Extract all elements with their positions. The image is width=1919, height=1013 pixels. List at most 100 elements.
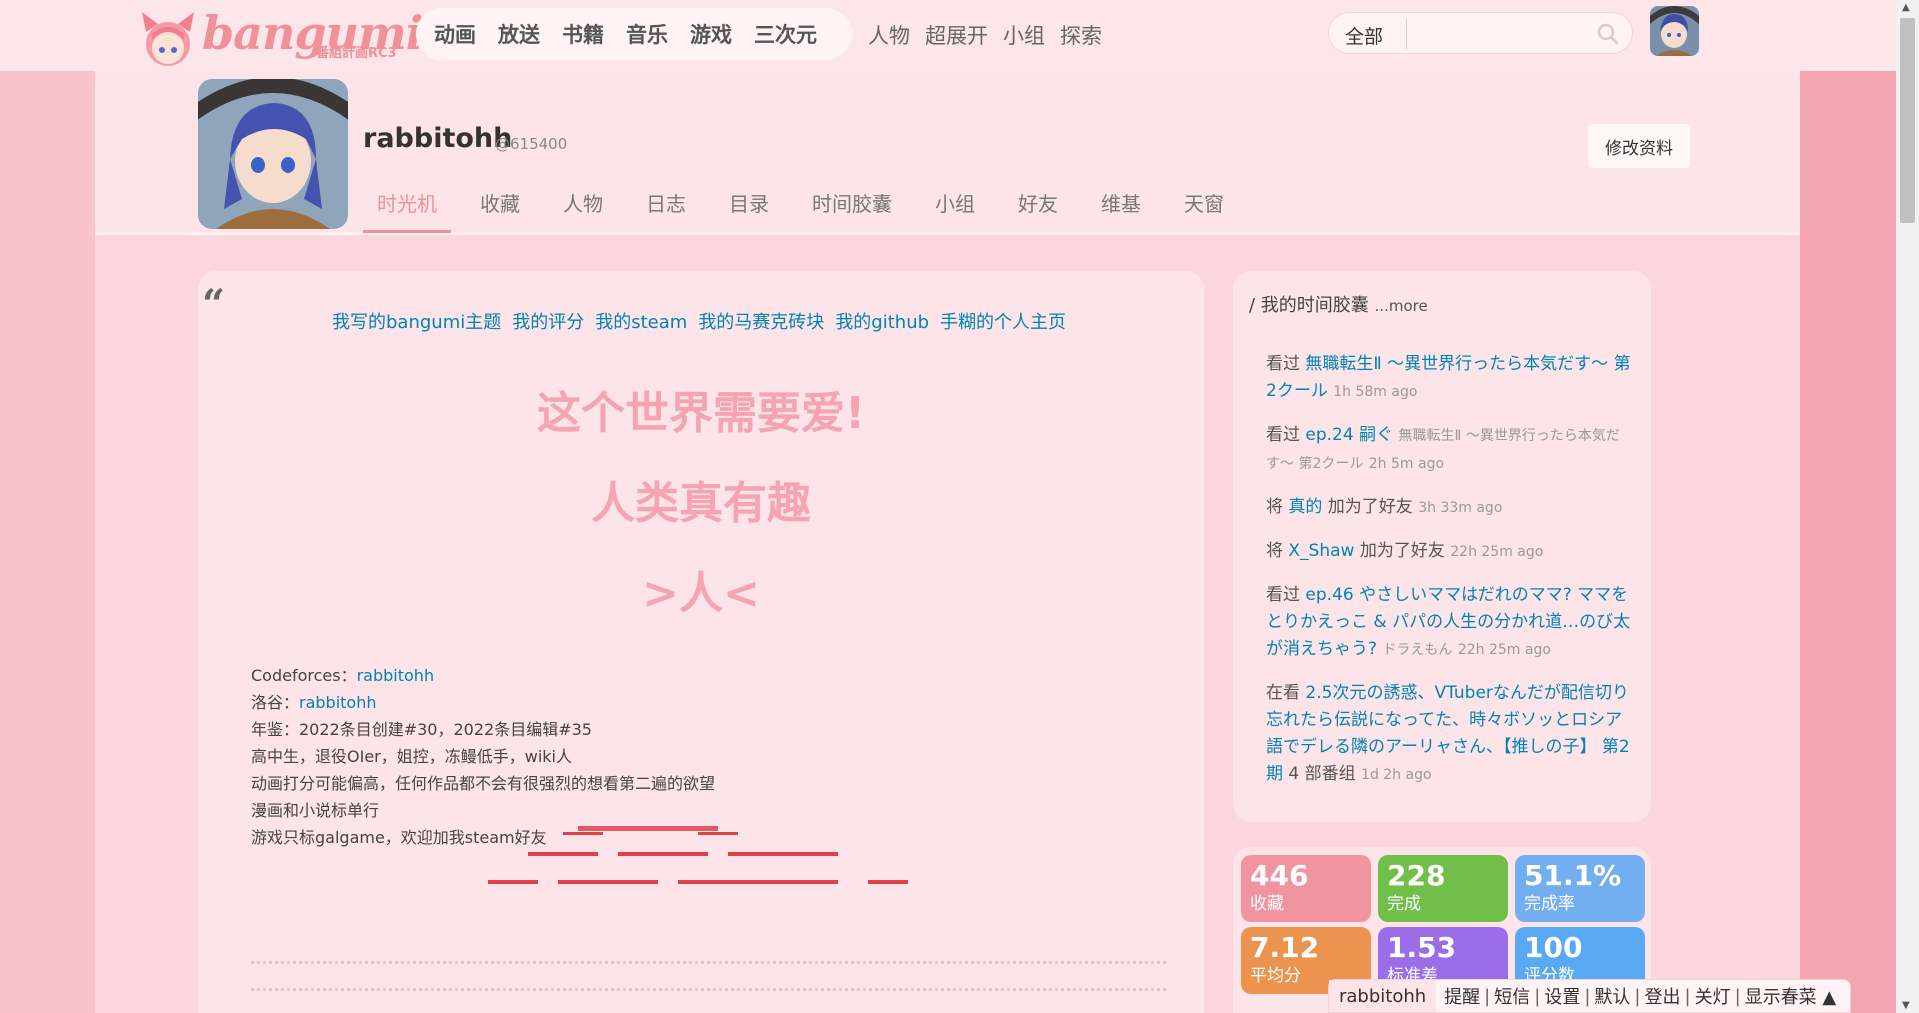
dock-logout[interactable]: 登出 [1640, 983, 1684, 1009]
user-avatar[interactable] [1650, 6, 1699, 56]
top-header: bangumi 番組計画RC3 动画 放送 书籍 音乐 游戏 三次元 人物 超展… [0, 0, 1896, 71]
bio-line: 高中生，退役OIer，姐控，冻鳗低手，wiki人 [251, 747, 572, 766]
nav-real[interactable]: 三次元 [754, 19, 817, 49]
dock-show-mascot[interactable]: 显示春菜 ▲ [1741, 983, 1841, 1009]
profile-uid: @615400 [495, 135, 568, 153]
page-scrollbar[interactable]: ▲ ▼ [1896, 0, 1919, 1013]
nav-books[interactable]: 书籍 [562, 19, 604, 49]
stat-completion-rate: 51.1% 完成率 [1515, 855, 1645, 922]
nav-music[interactable]: 音乐 [626, 19, 668, 49]
tab-friends[interactable]: 好友 [1004, 181, 1072, 233]
timecapsule-title: / 我的时间胶囊 ...more [1249, 295, 1428, 316]
list-item: 看过 ep.24 嗣ぐ 無職転生Ⅱ ～異世界行ったら本気だす～ 第2クール 2h… [1266, 425, 1620, 472]
timecapsule-link[interactable]: 真的 [1288, 497, 1322, 517]
timecapsule-link[interactable]: ep.24 嗣ぐ [1305, 425, 1393, 445]
stat-completed: 228 完成 [1378, 855, 1508, 922]
mascot-icon [142, 12, 194, 66]
subject-name[interactable]: ドラえもん [1382, 642, 1452, 658]
tab-people[interactable]: 人物 [549, 181, 617, 233]
bio-line: 年鉴：2022条目创建#30，2022条目编辑#35 [251, 720, 592, 739]
profile-username: rabbitohh [363, 123, 513, 154]
user-page: rabbitohh @615400 修改资料 时光机 收藏 人物 日志 目录 时… [95, 71, 1800, 1013]
search-icon[interactable] [1597, 23, 1619, 45]
bottom-dock: rabbitohh 提醒 | 短信 | 设置 | 默认 | 登出 | 关灯 | 显示春菜 ▲ [1328, 979, 1851, 1013]
intro-big-line: 人类真有趣 [591, 478, 811, 529]
intro-card: “ 我写的bangumi主题 我的评分 我的steam 我的马赛克砖块 我的gi… [198, 271, 1204, 1013]
profile-header: rabbitohh @615400 修改资料 时光机 收藏 人物 日志 目录 时… [95, 71, 1800, 235]
timestamp: 22h 25m ago [1450, 544, 1544, 560]
dock-notify[interactable]: 提醒 [1440, 983, 1484, 1009]
tab-blog[interactable]: 日志 [632, 181, 700, 233]
dock-messages[interactable]: 短信 [1490, 983, 1534, 1009]
timecapsule-list: 看过 無職転生Ⅱ ～異世界行ったら本気だす～ 第2クール 1h 58m ago … [1266, 351, 1631, 805]
timestamp: 3h 33m ago [1418, 500, 1503, 516]
nav-explore[interactable]: 探索 [1060, 20, 1102, 50]
profile-avatar[interactable] [198, 79, 348, 229]
stat-collected: 446 收藏 [1241, 855, 1371, 922]
timecapsule-card: / 我的时间胶囊 ...more 看过 無職転生Ⅱ ～異世界行ったら本気だす～ … [1233, 271, 1651, 822]
search-box: 全部 [1328, 12, 1633, 54]
nav-rakuen[interactable]: 超展开 [925, 20, 988, 50]
scroll-down-icon[interactable]: ▼ [1902, 1000, 1910, 1011]
scrollbar-thumb[interactable] [1900, 18, 1915, 223]
link-mosaic-tiles[interactable]: 我的马赛克砖块 [698, 308, 824, 334]
page-margin-left [0, 71, 95, 1013]
timecapsule-link[interactable]: 無職転生Ⅱ ～異世界行ったら本気だす～ 第2クール [1266, 354, 1631, 401]
bio-line: Codeforces：rabbitohh [251, 666, 435, 685]
bio-line: 洛谷：rabbitohh [251, 693, 377, 712]
logo-subtitle: 番組計画RC3 [316, 46, 397, 61]
tab-collection[interactable]: 收藏 [466, 181, 534, 233]
edit-profile-button[interactable]: 修改资料 [1588, 124, 1690, 168]
tab-groups[interactable]: 小组 [921, 181, 989, 233]
dock-settings[interactable]: 设置 [1540, 983, 1584, 1009]
timestamp: 2h 5m ago [1368, 456, 1445, 472]
link-codeforces[interactable]: rabbitohh [357, 666, 434, 685]
site-logo[interactable]: bangumi 番組計画RC3 [134, 6, 423, 70]
timestamp: 1h 58m ago [1333, 384, 1418, 400]
quote-mark: “ [202, 281, 226, 328]
nav-people[interactable]: 人物 [868, 20, 910, 50]
nav-groups[interactable]: 小组 [1003, 20, 1045, 50]
intro-big-line: 这个世界需要爱! [536, 388, 866, 439]
avatar-image-icon [1650, 6, 1699, 56]
dock-lights-off[interactable]: 关灯 [1691, 983, 1735, 1009]
page-margin-right [1800, 71, 1896, 1013]
profile-tabs: 时光机 收藏 人物 日志 目录 时间胶囊 小组 好友 维基 天窗 [363, 181, 1253, 233]
timestamp: 1d 2h ago [1361, 767, 1432, 783]
timecapsule-link[interactable]: X_Shaw [1288, 541, 1354, 561]
tab-index[interactable]: 目录 [715, 181, 783, 233]
link-my-ratings[interactable]: 我的评分 [512, 308, 584, 334]
list-item: 将 真的 加为了好友 3h 33m ago [1266, 497, 1503, 517]
timestamp: 22h 25m ago [1457, 642, 1551, 658]
bio-line: 动画打分可能偏高，任何作品都不会有很强烈的想看第二遍的欲望 [251, 774, 716, 793]
tab-timemachine[interactable]: 时光机 [363, 181, 451, 233]
tab-skylight[interactable]: 天窗 [1170, 181, 1238, 233]
intro-links: 我写的bangumi主题 我的评分 我的steam 我的马赛克砖块 我的gith… [332, 308, 1066, 334]
scroll-up-icon[interactable]: ▲ [1902, 2, 1910, 13]
list-item: 将 X_Shaw 加为了好友 22h 25m ago [1266, 541, 1544, 561]
list-item: 看过 ep.46 やさしいママはだれのママ? ママをとりかえっこ & パパの人生… [1266, 585, 1631, 659]
link-homepage[interactable]: 手糊的个人主页 [940, 308, 1066, 334]
list-item: 在看 2.5次元の誘惑、VTuberなんだが配信切り忘れたら伝説になってた、時々… [1266, 683, 1630, 784]
link-luogu[interactable]: rabbitohh [299, 693, 376, 712]
search-input[interactable] [1415, 19, 1585, 49]
secondary-nav: 人物 超展开 小组 探索 [868, 20, 1102, 50]
link-bangumi-topics[interactable]: 我写的bangumi主题 [332, 308, 501, 334]
dock-username[interactable]: rabbitohh [1329, 980, 1437, 1012]
link-my-steam[interactable]: 我的steam [595, 308, 687, 334]
tab-wiki[interactable]: 维基 [1087, 181, 1155, 233]
search-scope-select[interactable]: 全部 [1345, 22, 1383, 49]
main-nav: 动画 放送 书籍 音乐 游戏 三次元 [416, 8, 852, 60]
nav-broadcast[interactable]: 放送 [498, 19, 540, 49]
timecapsule-more-link[interactable]: ...more [1375, 297, 1428, 315]
dock-default-theme[interactable]: 默认 [1590, 983, 1634, 1009]
search-divider [1406, 19, 1407, 49]
tab-timecapsule[interactable]: 时间胶囊 [798, 181, 906, 233]
profile-avatar-image-icon [198, 79, 348, 229]
link-my-github[interactable]: 我的github [835, 308, 929, 334]
intro-big-line: >人< [642, 568, 760, 619]
ascii-art-image [488, 826, 908, 884]
nav-anime[interactable]: 动画 [434, 19, 476, 49]
list-item: 看过 無職転生Ⅱ ～異世界行ったら本気だす～ 第2クール 1h 58m ago [1266, 354, 1631, 401]
nav-games[interactable]: 游戏 [690, 19, 732, 49]
